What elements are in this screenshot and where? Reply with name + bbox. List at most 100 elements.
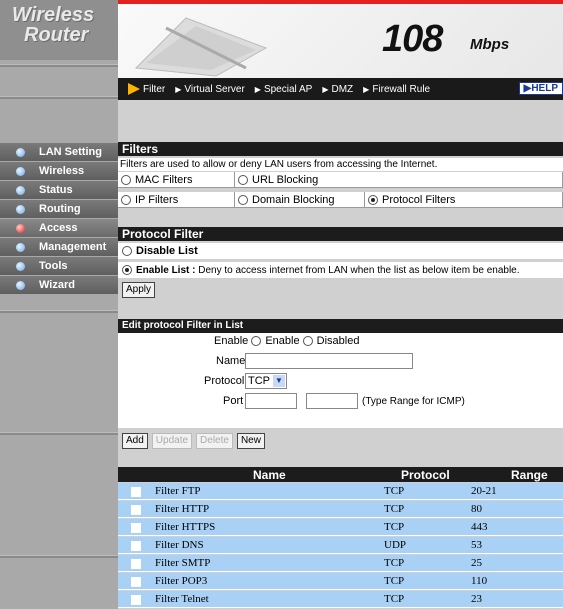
sidebar: Wireless Router LAN Setting Wireless Sta… <box>0 0 118 609</box>
row-protocol: TCP <box>384 485 405 497</box>
sidebar-item-management[interactable]: Management <box>0 238 118 256</box>
nav-special-ap[interactable]: ▶ Special AP <box>255 84 313 95</box>
bullet-icon <box>16 166 25 176</box>
table-row[interactable]: Filter HTTPS TCP 443 <box>118 519 563 536</box>
sidebar-item-wireless[interactable]: Wireless <box>0 162 118 180</box>
new-button[interactable]: New <box>236 433 265 449</box>
domain-blocking-option[interactable]: Domain Blocking <box>235 192 365 208</box>
row-protocol: TCP <box>384 593 405 605</box>
url-blocking-option[interactable]: URL Blocking <box>235 172 563 188</box>
radio-checked-icon <box>368 194 378 205</box>
bullet-icon <box>16 147 25 157</box>
table-row[interactable]: Filter HTTP TCP 80 <box>118 501 563 518</box>
table-row[interactable]: Filter DNS UDP 53 <box>118 537 563 554</box>
nav-label: Special AP <box>263 83 313 95</box>
sidebar-menu: LAN Setting Wireless Status Routing Acce… <box>0 143 118 295</box>
row-name: Filter SMTP <box>155 557 211 569</box>
sidebar-divider <box>0 555 118 558</box>
main-content: Filters Filters are used to allow or den… <box>118 100 563 609</box>
nav-dmz[interactable]: ▶ DMZ <box>322 84 353 95</box>
row-checkbox[interactable] <box>131 487 141 497</box>
table-row[interactable]: Filter Telnet TCP 23 <box>118 591 563 608</box>
radio-icon <box>122 246 132 256</box>
port-start-input[interactable] <box>245 393 297 409</box>
speed-label: 108 <box>382 18 443 60</box>
protocol-select[interactable]: TCP ▼ <box>245 373 287 389</box>
help-label: HELP <box>531 83 558 94</box>
disable-list-option[interactable]: Disable List <box>118 243 563 259</box>
row-name: Filter POP3 <box>155 575 208 587</box>
header-banner: 108 Mbps <box>118 0 563 78</box>
option-label: Domain Blocking <box>252 193 335 206</box>
enable-option-label: Enable <box>265 335 300 347</box>
protocol-value: TCP <box>248 375 270 387</box>
active-bullet-icon <box>16 223 25 233</box>
option-label: IP Filters <box>135 193 179 206</box>
edit-protocol-title: Edit protocol Filter in List <box>118 319 563 333</box>
table-row[interactable]: Filter SMTP TCP 25 <box>118 555 563 572</box>
sidebar-item-label: Wizard <box>39 279 75 291</box>
protocol-filter-title: Protocol Filter <box>118 227 563 241</box>
nav-label: Filter <box>143 83 166 95</box>
mac-filters-option[interactable]: MAC Filters <box>118 172 235 188</box>
arrow-icon <box>128 83 140 95</box>
table-row[interactable]: Filter FTP TCP 20-21 <box>118 483 563 500</box>
option-label: URL Blocking <box>252 173 319 186</box>
nav-filter[interactable]: Filter <box>128 83 165 95</box>
enable-list-description: Deny to access internet from LAN when th… <box>198 264 520 276</box>
sidebar-divider <box>0 432 118 435</box>
apply-button-wrap: Apply <box>122 282 156 298</box>
nav-virtual-server[interactable]: ▶ Virtual Server <box>175 84 245 95</box>
row-name: Filter DNS <box>155 539 204 551</box>
sidebar-item-label: Tools <box>39 260 68 272</box>
row-name: Filter HTTP <box>155 503 210 515</box>
arrow-icon: ▶ <box>322 84 329 94</box>
sidebar-divider <box>0 96 118 99</box>
row-checkbox[interactable] <box>131 505 141 515</box>
brand-logo: Wireless Router <box>0 0 118 60</box>
row-range: 443 <box>471 521 488 533</box>
radio-icon <box>238 174 248 185</box>
sidebar-item-routing[interactable]: Routing <box>0 200 118 218</box>
enable-radio-icon[interactable] <box>251 336 262 346</box>
bullet-icon <box>16 261 25 271</box>
protocol-filters-option[interactable]: Protocol Filters <box>365 192 563 208</box>
port-end-input[interactable] <box>306 393 358 409</box>
sidebar-item-tools[interactable]: Tools <box>0 257 118 275</box>
row-protocol: UDP <box>384 539 407 551</box>
option-label: Enable List : <box>136 264 196 276</box>
row-checkbox[interactable] <box>131 541 141 551</box>
ip-filters-option[interactable]: IP Filters <box>118 192 235 208</box>
row-range: 53 <box>471 539 482 551</box>
enable-list-option[interactable]: Enable List : Deny to access internet fr… <box>118 262 563 278</box>
disabled-radio-icon[interactable] <box>302 336 313 346</box>
sidebar-item-label: Access <box>39 222 78 234</box>
delete-button[interactable]: Delete <box>196 433 233 449</box>
nav-firewall-rule[interactable]: ▶ Firewall Rule <box>363 84 430 95</box>
radio-icon <box>238 194 248 205</box>
row-checkbox[interactable] <box>131 577 141 587</box>
update-button[interactable]: Update <box>151 433 193 449</box>
row-checkbox[interactable] <box>131 559 141 569</box>
sidebar-item-lan-setting[interactable]: LAN Setting <box>0 143 118 161</box>
table-row[interactable]: Filter POP3 TCP 110 <box>118 573 563 590</box>
add-button[interactable]: Add <box>122 433 148 449</box>
sidebar-item-label: LAN Setting <box>39 146 102 158</box>
bullet-icon <box>16 204 25 214</box>
sidebar-item-wizard[interactable]: Wizard <box>0 276 118 294</box>
option-label: Protocol Filters <box>382 193 456 206</box>
header-protocol: Protocol <box>401 468 450 482</box>
help-button[interactable]: ▶HELP <box>518 82 563 95</box>
sidebar-item-status[interactable]: Status <box>0 181 118 199</box>
row-name: Filter HTTPS <box>155 521 216 533</box>
bullet-icon <box>16 242 25 252</box>
sidebar-divider <box>0 310 118 313</box>
name-input[interactable] <box>245 353 413 369</box>
row-protocol: TCP <box>384 521 405 533</box>
bullet-icon <box>16 280 25 290</box>
nav-label: Virtual Server <box>184 83 245 95</box>
row-checkbox[interactable] <box>131 595 141 605</box>
sidebar-item-access[interactable]: Access <box>0 219 118 237</box>
apply-button[interactable]: Apply <box>122 282 156 298</box>
row-checkbox[interactable] <box>131 523 141 533</box>
